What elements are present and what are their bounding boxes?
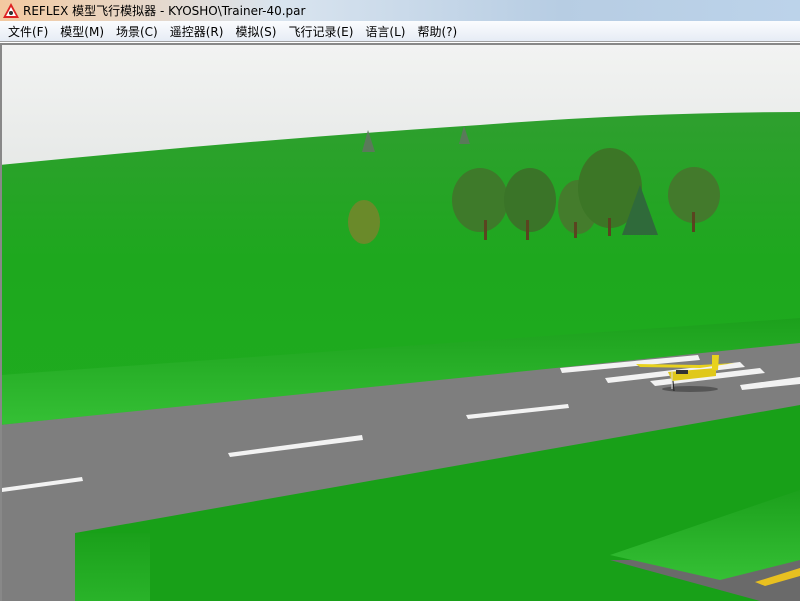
menu-simulation[interactable]: 模拟(S) <box>230 23 281 40</box>
title-bar: REFLEX 模型飞行模拟器 - KYOSHO\Trainer-40.par <box>0 0 800 21</box>
grass-block-side <box>75 533 150 601</box>
menu-flight-record[interactable]: 飞行记录(E) <box>283 23 358 40</box>
scene <box>2 45 800 601</box>
simulation-viewport[interactable] <box>0 43 800 601</box>
menu-language[interactable]: 语言(L) <box>360 23 410 40</box>
menu-help[interactable]: 帮助(?) <box>412 23 462 40</box>
reflex-logo-icon <box>3 3 19 18</box>
menu-bar: 文件(F) 模型(M) 场景(C) 遥控器(R) 模拟(S) 飞行记录(E) 语… <box>0 21 800 42</box>
menu-controller[interactable]: 遥控器(R) <box>165 23 229 40</box>
menu-scene[interactable]: 场景(C) <box>111 23 163 40</box>
window-title: REFLEX 模型飞行模拟器 - KYOSHO\Trainer-40.par <box>23 4 306 18</box>
menu-file[interactable]: 文件(F) <box>3 23 53 40</box>
menu-model[interactable]: 模型(M) <box>55 23 109 40</box>
